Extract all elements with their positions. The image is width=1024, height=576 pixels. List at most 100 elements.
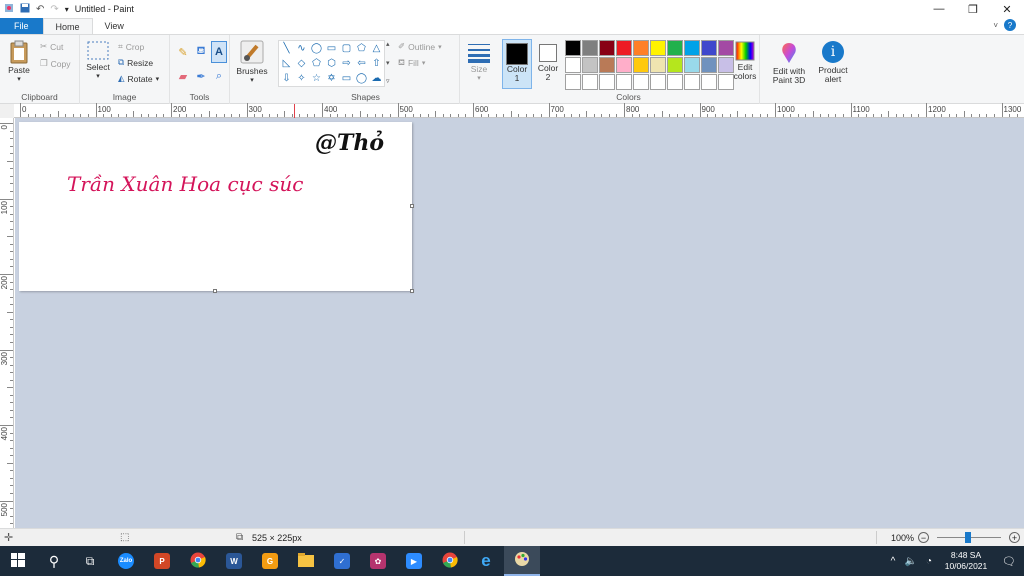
palette-swatch[interactable]: [633, 74, 649, 90]
zoom-slider-thumb[interactable]: [965, 532, 971, 543]
palette-swatch[interactable]: [650, 40, 666, 56]
palette-swatch[interactable]: [633, 57, 649, 73]
taskbar-app-orange[interactable]: G: [252, 546, 288, 576]
crop-button[interactable]: ⌗ Crop: [118, 41, 144, 52]
pencil-icon[interactable]: ✎: [175, 41, 191, 63]
text-icon[interactable]: A: [211, 41, 227, 63]
taskbar-powerpoint[interactable]: P: [144, 546, 180, 576]
palette-swatch[interactable]: [701, 57, 717, 73]
wifi-icon[interactable]: ◔: [920, 556, 938, 567]
oval-shape-icon[interactable]: ◯: [309, 41, 324, 56]
palette-swatch[interactable]: [599, 74, 615, 90]
palette-swatch[interactable]: [684, 40, 700, 56]
palette-swatch[interactable]: [667, 57, 683, 73]
select-button[interactable]: Select ▾: [85, 41, 111, 81]
notifications-icon[interactable]: 🗨: [994, 555, 1024, 568]
palette-swatch[interactable]: [684, 57, 700, 73]
palette-swatch[interactable]: [599, 57, 615, 73]
resize-handle-corner[interactable]: [410, 289, 414, 293]
minimize-button[interactable]: —: [922, 0, 956, 18]
palette-swatch[interactable]: [582, 40, 598, 56]
palette-swatch[interactable]: [633, 40, 649, 56]
color1-button[interactable]: Color 1: [502, 39, 532, 89]
volume-icon[interactable]: 🔈: [902, 556, 920, 567]
right-triangle-shape-icon[interactable]: ◺: [279, 56, 294, 71]
palette-swatch[interactable]: [582, 57, 598, 73]
palette-swatch[interactable]: [616, 74, 632, 90]
fill-button[interactable]: ⛾ Fill ▾: [398, 57, 425, 69]
taskbar-chrome[interactable]: [180, 546, 216, 576]
palette-swatch[interactable]: [616, 40, 632, 56]
select-dropdown-icon[interactable]: ▾: [96, 72, 100, 81]
fill-bucket-icon[interactable]: ⛾: [193, 41, 209, 63]
palette-swatch[interactable]: [565, 57, 581, 73]
collapse-ribbon-icon[interactable]: ˅: [993, 21, 998, 30]
line-shape-icon[interactable]: ╲: [279, 41, 294, 56]
paste-button[interactable]: Paste ▾: [4, 40, 34, 84]
brushes-button[interactable]: Brushes ▾: [234, 39, 270, 85]
diamond-shape-icon[interactable]: ◇: [294, 56, 309, 71]
search-button[interactable]: ⚲: [36, 546, 72, 576]
restore-button[interactable]: ❐: [956, 0, 990, 18]
size-dropdown-icon[interactable]: ▾: [477, 74, 481, 83]
palette-swatch[interactable]: [701, 74, 717, 90]
rectangle-shape-icon[interactable]: ▭: [324, 41, 339, 56]
magnifier-icon[interactable]: ⌕: [211, 65, 227, 87]
four-point-star-shape-icon[interactable]: ✧: [294, 71, 309, 86]
taskbar-word[interactable]: W: [216, 546, 252, 576]
eraser-icon[interactable]: ▰: [175, 65, 191, 87]
paste-dropdown-icon[interactable]: ▾: [17, 75, 21, 84]
down-arrow-shape-icon[interactable]: ⇩: [279, 71, 294, 86]
rounded-callout-shape-icon[interactable]: ▭: [339, 71, 354, 86]
pentagon-shape-icon[interactable]: ⬠: [309, 56, 324, 71]
tab-view[interactable]: View: [93, 18, 136, 34]
rotate-button[interactable]: ◭ Rotate ▾: [118, 73, 159, 84]
hexagon-shape-icon[interactable]: ⬡: [324, 56, 339, 71]
brushes-dropdown-icon[interactable]: ▾: [250, 76, 254, 85]
taskbar-zoom[interactable]: ▶: [396, 546, 432, 576]
help-icon[interactable]: ?: [1004, 19, 1016, 31]
palette-swatch[interactable]: [650, 57, 666, 73]
color2-button[interactable]: Color 2: [534, 39, 562, 89]
taskbar-edge[interactable]: e: [468, 546, 504, 576]
palette-swatch[interactable]: [650, 74, 666, 90]
taskbar-zalo[interactable]: Zalo: [108, 546, 144, 576]
palette-swatch[interactable]: [667, 40, 683, 56]
taskbar-app-pink[interactable]: ✿: [360, 546, 396, 576]
tab-home[interactable]: Home: [42, 18, 93, 34]
left-arrow-shape-icon[interactable]: ⇦: [354, 56, 369, 71]
show-hidden-icons-icon[interactable]: ^: [884, 556, 902, 567]
palette-swatch[interactable]: [701, 40, 717, 56]
palette-swatch[interactable]: [616, 57, 632, 73]
curve-shape-icon[interactable]: ∿: [294, 41, 309, 56]
edit-colors-button[interactable]: Edit colors: [732, 41, 758, 81]
cut-button[interactable]: ✂ Cut: [40, 41, 63, 52]
palette-swatch[interactable]: [684, 74, 700, 90]
shapes-scroll[interactable]: ▴ ▾ ▿: [386, 40, 394, 85]
palette-swatch[interactable]: [582, 74, 598, 90]
rotate-dropdown-icon[interactable]: ▾: [156, 75, 160, 83]
five-point-star-shape-icon[interactable]: ☆: [309, 71, 324, 86]
copy-button[interactable]: ❐ Copy: [40, 58, 70, 69]
resize-button[interactable]: ⧉ Resize: [118, 57, 153, 68]
palette-swatch[interactable]: [599, 40, 615, 56]
zoom-out-button[interactable]: −: [918, 532, 929, 543]
zoom-in-button[interactable]: +: [1009, 532, 1020, 543]
taskbar-file-explorer[interactable]: [288, 546, 324, 576]
outline-button[interactable]: ✐ Outline ▾: [398, 41, 442, 52]
taskbar-paint[interactable]: [504, 546, 540, 576]
taskbar-chrome-2[interactable]: [432, 546, 468, 576]
product-alert-button[interactable]: i Product alert: [814, 41, 852, 84]
customize-qat-icon[interactable]: ▾: [65, 5, 69, 14]
taskbar-app-blue[interactable]: ✓: [324, 546, 360, 576]
cloud-callout-shape-icon[interactable]: ☁: [369, 71, 384, 86]
palette-swatch[interactable]: [565, 40, 581, 56]
close-button[interactable]: ✕: [990, 0, 1024, 18]
task-view-button[interactable]: ⧉: [72, 546, 108, 576]
resize-handle-bottom[interactable]: [213, 289, 217, 293]
color-picker-icon[interactable]: ✒: [193, 65, 209, 87]
edit-with-paint3d-button[interactable]: Edit with Paint 3D: [766, 41, 812, 85]
start-button[interactable]: [0, 546, 36, 576]
rounded-rectangle-shape-icon[interactable]: ▢: [339, 41, 354, 56]
palette-swatch[interactable]: [667, 74, 683, 90]
